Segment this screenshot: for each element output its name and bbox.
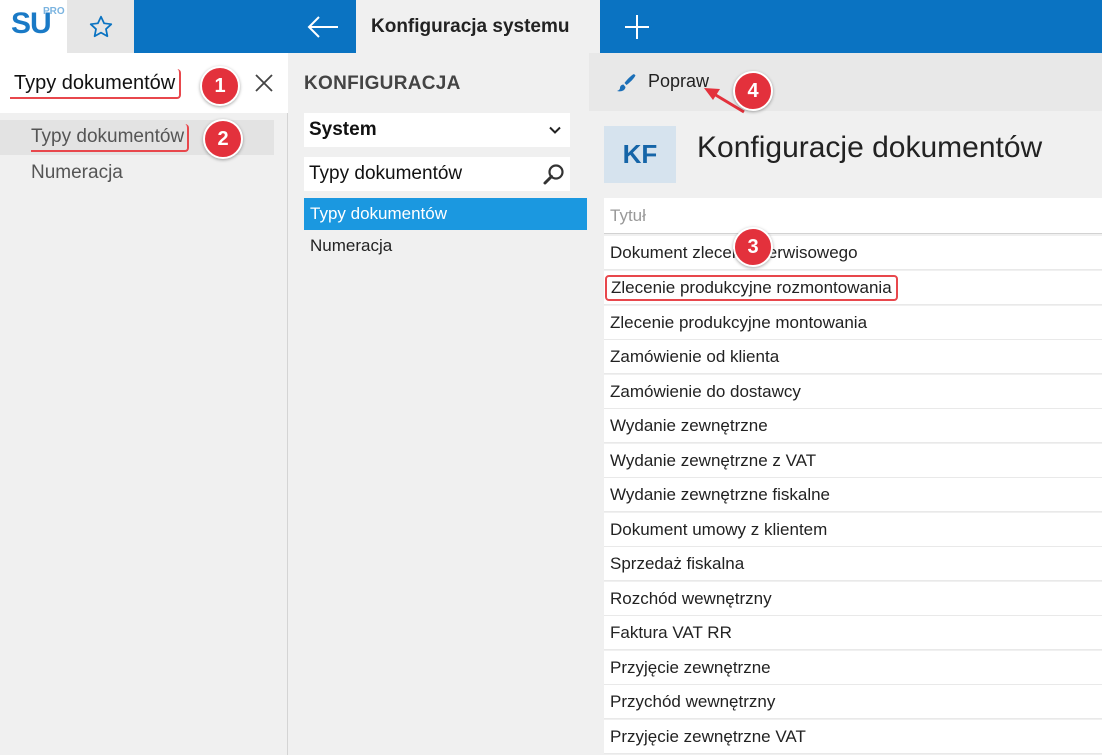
- back-button[interactable]: [290, 0, 356, 53]
- content-panel: Popraw KF Konfiguracje dokumentów Tytuł …: [589, 53, 1102, 755]
- row-title: Przyjęcie zewnętrzne: [610, 657, 771, 677]
- table-row[interactable]: Zamówienie od klienta: [604, 340, 1102, 374]
- row-title: Zlecenie produkcyjne montowania: [610, 312, 868, 332]
- table-row[interactable]: Wydanie zewnętrzne fiskalne: [604, 478, 1102, 512]
- row-title: Wydanie zewnętrzne z VAT: [610, 450, 817, 470]
- table-row-selected[interactable]: Zlecenie produkcyjne rozmontowania: [604, 271, 1102, 305]
- filter-input[interactable]: Typy dokumentów: [304, 157, 570, 191]
- left-navigation-panel: Typy dokumentów Typy dokumentów Numeracj…: [0, 53, 288, 755]
- callout-badge-4: 4: [733, 71, 773, 111]
- table-row[interactable]: Zlecenie produkcyjne montowania: [604, 306, 1102, 340]
- page-title: Konfiguracje dokumentów: [697, 131, 1043, 164]
- row-title: Faktura VAT RR: [610, 622, 732, 642]
- nav-search[interactable]: Typy dokumentów: [0, 53, 288, 113]
- search-icon[interactable]: [542, 162, 566, 186]
- nav-item-label: Numeracja: [31, 161, 123, 183]
- table-row[interactable]: Przyjęcie zewnętrzne VAT: [604, 720, 1102, 754]
- module-select[interactable]: System: [304, 113, 570, 147]
- config-item-typy-dokumentow[interactable]: Typy dokumentów: [304, 198, 587, 230]
- row-title: Sprzedaż fiskalna: [610, 553, 745, 573]
- plus-icon: [625, 14, 649, 39]
- row-title: Zamówienie do dostawcy: [610, 381, 801, 401]
- configuration-panel: KONFIGURACJA System Typy dokumentów Typy…: [289, 53, 588, 755]
- toolbar: Popraw: [589, 53, 1102, 111]
- new-tab-button[interactable]: [608, 0, 666, 53]
- top-bar: SU PRO Konfiguracja systemu: [0, 0, 1102, 53]
- tab-konfiguracja-systemu[interactable]: Konfiguracja systemu: [356, 0, 600, 53]
- star-icon: [89, 15, 112, 37]
- nav-item-numeracja[interactable]: Numeracja: [0, 155, 274, 190]
- module-select-value: System: [309, 119, 377, 140]
- table-row[interactable]: Wydanie zewnętrzne z VAT: [604, 444, 1102, 478]
- table-row[interactable]: Zamówienie do dostawcy: [604, 375, 1102, 409]
- app-logo[interactable]: SU PRO: [0, 0, 67, 53]
- row-title: Wydanie zewnętrzne fiskalne: [610, 484, 831, 504]
- table-row[interactable]: Faktura VAT RR: [604, 616, 1102, 650]
- filter-input-value: Typy dokumentów: [309, 163, 463, 184]
- row-title: Zlecenie produkcyjne rozmontowania: [605, 274, 898, 301]
- close-icon[interactable]: [252, 71, 276, 95]
- table-row[interactable]: Wydanie zewnętrzne: [604, 409, 1102, 443]
- table-row[interactable]: Dokument zlecenia serwisowego: [604, 236, 1102, 270]
- row-title: Dokument umowy z klientem: [610, 519, 828, 539]
- row-title: Wydanie zewnętrzne: [610, 415, 768, 435]
- column-header-tytul[interactable]: Tytuł: [604, 198, 1102, 234]
- panel-heading: KONFIGURACJA: [304, 73, 461, 94]
- row-title: Przychód wewnętrzny: [610, 691, 776, 711]
- config-item-numeracja[interactable]: Numeracja: [304, 230, 587, 262]
- callout-badge-2: 2: [203, 119, 243, 159]
- logo-sup: PRO: [43, 6, 65, 17]
- table-row[interactable]: Sprzedaż fiskalna: [604, 547, 1102, 581]
- brush-icon[interactable]: [613, 71, 637, 95]
- arrow-left-icon: [307, 15, 338, 38]
- table-row[interactable]: Przyjęcie zewnętrzne: [604, 651, 1102, 685]
- callout-badge-3: 3: [733, 227, 773, 267]
- nav-search-input[interactable]: Typy dokumentów: [10, 69, 182, 99]
- row-title: Przyjęcie zewnętrzne VAT: [610, 726, 806, 746]
- module-tile: KF: [604, 126, 676, 183]
- callout-badge-1: 1: [200, 66, 240, 106]
- table-row[interactable]: Rozchód wewnętrzny: [604, 582, 1102, 616]
- table-row[interactable]: Dokument umowy z klientem: [604, 513, 1102, 547]
- chevron-down-icon: [549, 126, 561, 134]
- row-title: Zamówienie od klienta: [610, 346, 780, 366]
- favorites-button[interactable]: [67, 0, 134, 53]
- row-title: Rozchód wewnętrzny: [610, 588, 772, 608]
- nav-item-label: Typy dokumentów: [31, 123, 190, 152]
- table-row[interactable]: Przychód wewnętrzny: [604, 685, 1102, 719]
